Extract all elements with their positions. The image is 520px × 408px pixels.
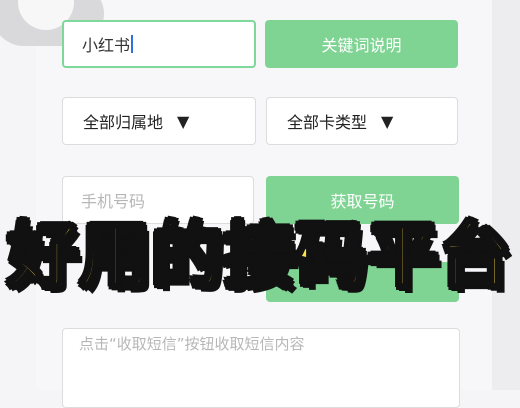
chevron-down-icon: ▼ <box>177 111 190 131</box>
keyword-input-value: 小红书 <box>82 36 131 55</box>
keyword-help-button[interactable]: 关键词说明 <box>265 20 458 68</box>
keyword-input[interactable]: 小红书 <box>62 20 256 68</box>
keyword-help-label: 关键词说明 <box>321 36 402 55</box>
card-type-select-label: 全部卡类型 <box>287 113 368 132</box>
region-select-label: 全部归属地 <box>83 113 164 132</box>
card-type-select[interactable]: 全部卡类型 ▼ <box>266 97 458 145</box>
right-edge-strip <box>492 0 520 390</box>
sms-content-box[interactable]: 点击“收取短信”按钮收取短信内容 <box>62 328 460 408</box>
promo-banner: 好用的接码平台 <box>0 200 520 300</box>
text-caret <box>131 35 134 53</box>
region-select[interactable]: 全部归属地 ▼ <box>62 97 256 145</box>
sms-content-placeholder: 点击“收取短信”按钮收取短信内容 <box>79 335 305 353</box>
chevron-down-icon: ▼ <box>381 111 394 131</box>
banner-text: 好用的接码平台 <box>7 213 512 298</box>
